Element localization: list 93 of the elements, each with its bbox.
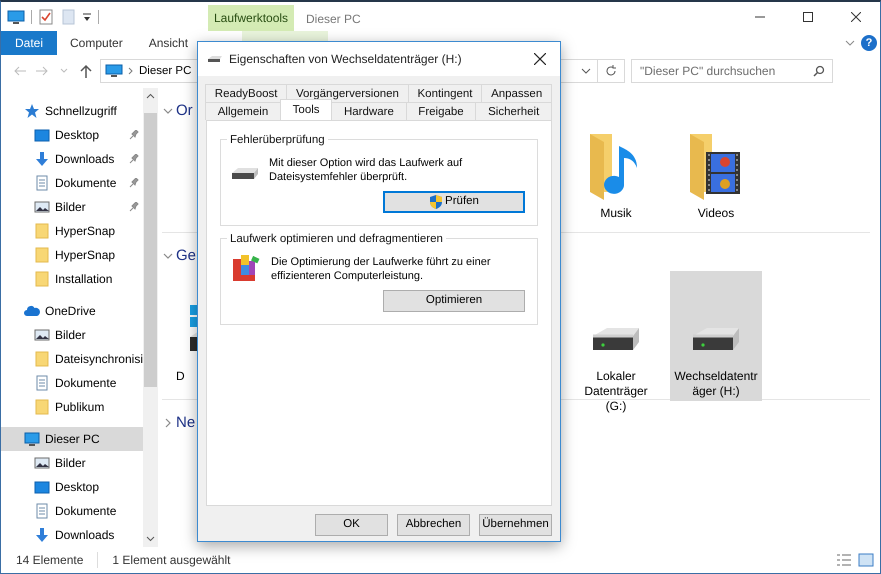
- dialog-title: Eigenschaften von Wechseldatenträger (H:): [229, 51, 462, 68]
- folder-icon: [34, 222, 50, 239]
- star-icon: [24, 102, 40, 119]
- tab[interactable]: Kontingent: [408, 84, 482, 102]
- expand-ribbon-icon[interactable]: [845, 38, 855, 48]
- drive-tile[interactable]: Wechseldatenträger (H:): [670, 270, 762, 401]
- monitor-icon: [24, 430, 40, 447]
- monitor-icon[interactable]: [7, 8, 25, 24]
- details-view-icon[interactable]: [836, 553, 852, 568]
- drive-icon: [692, 326, 740, 351]
- sidebar-item[interactable]: Dokumente: [1, 370, 143, 395]
- group-heading[interactable]: Ge: [176, 244, 196, 268]
- sidebar-item[interactable]: Installation: [1, 266, 143, 291]
- close-icon: [534, 53, 546, 65]
- picture-icon: [34, 326, 50, 343]
- dialog-button[interactable]: Abbrechen: [397, 514, 470, 536]
- folder-icon: [34, 270, 50, 287]
- sidebar-item[interactable]: Dokumente: [1, 498, 143, 523]
- drive-icon: [207, 55, 223, 63]
- monitor-icon: [105, 64, 123, 78]
- sidebar-item[interactable]: Dieser PC: [1, 426, 143, 451]
- action-button[interactable]: Optimieren: [383, 290, 525, 312]
- ribbon-tab[interactable]: Ansicht: [136, 31, 202, 55]
- file-menu-tab[interactable]: Datei: [1, 31, 58, 55]
- scroll-down-icon[interactable]: [146, 536, 155, 542]
- folder-icon: [34, 350, 50, 367]
- tab[interactable]: Sicherheit: [475, 102, 552, 120]
- tab[interactable]: Anpassen: [481, 84, 552, 102]
- document-icon: [34, 174, 50, 191]
- desktop-icon: [34, 126, 50, 143]
- defrag-icon: [231, 253, 261, 283]
- dialog-button[interactable]: OK: [315, 514, 388, 536]
- help-button[interactable]: ?: [861, 35, 877, 51]
- tab[interactable]: Freigabe: [406, 102, 476, 120]
- sidebar-item[interactable]: Schnellzugriff: [1, 98, 143, 123]
- sidebar-item[interactable]: HyperSnap: [1, 218, 143, 243]
- tab[interactable]: ReadyBoost: [205, 84, 288, 102]
- sidebar-item[interactable]: Bilder: [1, 322, 143, 347]
- search-icon[interactable]: [813, 65, 825, 78]
- drive-tile[interactable]: Lokaler Datenträger (G:): [570, 270, 662, 416]
- description-text: Die Optimierung der Laufwerke führt zu einer effizienteren Computerleistung.: [271, 255, 491, 283]
- checklist-icon[interactable]: [38, 8, 54, 24]
- action-button[interactable]: Prüfen: [383, 191, 525, 213]
- sidebar-item[interactable]: Downloads: [1, 522, 143, 547]
- sidebar-item[interactable]: Desktop: [1, 122, 143, 147]
- group-heading[interactable]: Or: [176, 100, 193, 122]
- tab[interactable]: Tools: [280, 99, 332, 120]
- dropdown-icon[interactable]: [581, 67, 591, 76]
- sidebar-item[interactable]: Bilder: [1, 194, 143, 219]
- sidebar-item[interactable]: Dateisynchronisi: [1, 346, 143, 371]
- document-icon: [34, 502, 50, 519]
- window-title: Dieser PC: [306, 11, 361, 28]
- sidebar-item[interactable]: Bilder: [1, 450, 143, 475]
- context-tab-label: Laufwerktools: [208, 5, 294, 31]
- up-arrow-icon: [80, 64, 92, 78]
- forward-arrow-icon: [35, 65, 49, 78]
- refresh-icon[interactable]: [604, 64, 618, 78]
- desktop-icon: [34, 478, 50, 495]
- drive-icon: [592, 326, 640, 351]
- folder-tile[interactable]: Musik: [570, 126, 662, 223]
- scrollbar-track[interactable]: [143, 88, 158, 548]
- group-heading[interactable]: Ne: [176, 412, 196, 434]
- selection-status: 1 Element ausgewählt: [112, 552, 230, 570]
- picture-icon: [34, 198, 50, 215]
- maximize-icon: [803, 12, 813, 22]
- sidebar-item[interactable]: Downloads: [1, 146, 143, 171]
- tab[interactable]: Allgemein: [205, 102, 281, 120]
- document-icon: [34, 374, 50, 391]
- search-field[interactable]: "Dieser PC" durchsuchen: [631, 59, 833, 84]
- back-arrow-icon: [13, 65, 27, 78]
- sidebar-item[interactable]: Dokumente: [1, 170, 143, 195]
- item-count: 14 Elemente: [16, 552, 84, 570]
- download-arrow-icon: [34, 150, 50, 167]
- customize-dropdown-icon[interactable]: [82, 12, 92, 22]
- picture-icon: [34, 454, 50, 471]
- large-icons-view-icon[interactable]: [858, 553, 874, 568]
- sidebar-item[interactable]: HyperSnap: [1, 242, 143, 267]
- scroll-up-icon[interactable]: [146, 92, 155, 99]
- drive-icon: [231, 166, 259, 182]
- folder-icon: [34, 246, 50, 263]
- scrollbar-thumb[interactable]: [144, 112, 157, 387]
- chevron-icon: [60, 68, 68, 74]
- sidebar-item[interactable]: OneDrive: [1, 298, 143, 323]
- sidebar-item[interactable]: Desktop: [1, 474, 143, 499]
- dialog-button[interactable]: Übernehmen: [479, 514, 552, 536]
- description-text: Mit dieser Option wird das Laufwerk auf Dateisystemfehler überprüft.: [269, 156, 464, 184]
- tab[interactable]: Vorgängerversionen: [286, 84, 409, 102]
- folder-icon: [34, 398, 50, 415]
- download-arrow-icon: [34, 526, 50, 543]
- ribbon-tab[interactable]: Computer: [57, 31, 136, 55]
- close-icon: [851, 12, 861, 22]
- folder-tile[interactable]: Videos: [670, 126, 762, 223]
- sidebar-item[interactable]: Publikum: [1, 394, 143, 419]
